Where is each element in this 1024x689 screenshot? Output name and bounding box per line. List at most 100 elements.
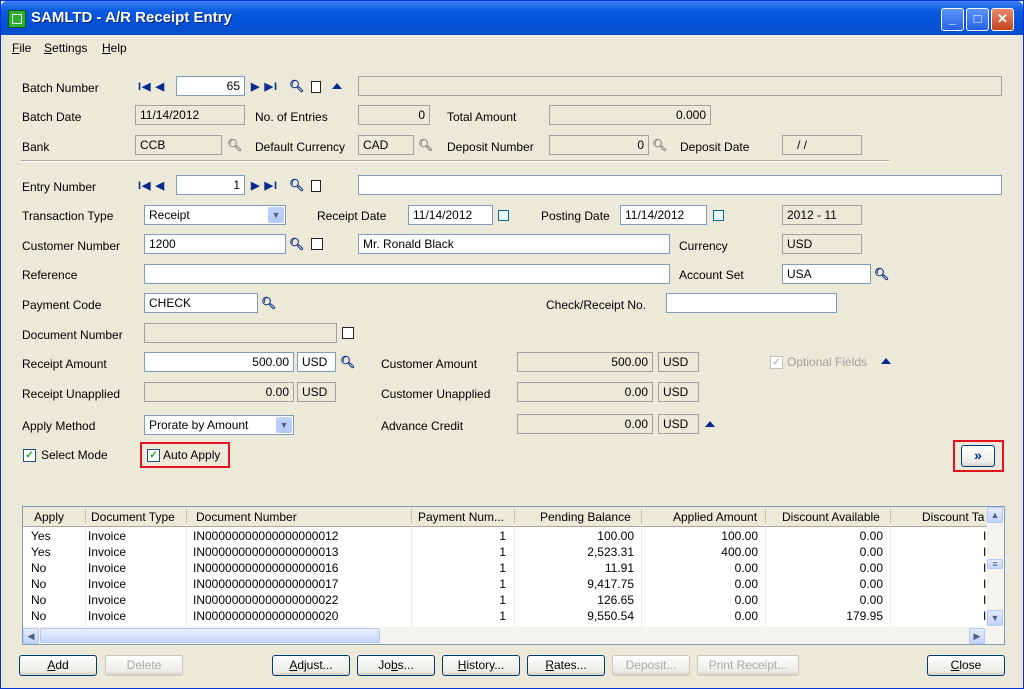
entry-number-field[interactable]: 1 — [176, 175, 245, 195]
menu-file[interactable]: File — [12, 41, 31, 55]
customer-name-field[interactable]: Mr. Ronald Black — [358, 234, 670, 254]
cell-apply[interactable]: No — [31, 609, 46, 623]
batch-new-icon[interactable] — [311, 81, 321, 93]
table-row[interactable]: Yes Invoice IN00000000000000000013 1 2,5… — [23, 544, 986, 560]
receipt-date-calendar-icon[interactable] — [498, 210, 509, 221]
cell-discount-taken[interactable]: I — [983, 593, 986, 607]
grid-vertical-scrollbar[interactable]: ▲ ≡ ▼ — [987, 507, 1004, 626]
col-applied-amount[interactable]: Applied Amount — [673, 510, 757, 524]
cell-applied-amount[interactable]: 0.00 — [673, 577, 758, 591]
apply-method-select[interactable]: Prorate by Amount ▼ — [144, 415, 294, 435]
table-row[interactable]: Yes Invoice IN00000000000000000012 1 100… — [23, 528, 986, 544]
jobs-button[interactable]: Jobs... — [357, 655, 435, 676]
table-row[interactable]: No Invoice IN00000000000000000016 1 11.9… — [23, 560, 986, 576]
col-document-number[interactable]: Document Number — [196, 510, 297, 524]
scroll-up-icon[interactable]: ▲ — [987, 507, 1003, 523]
col-pending-balance[interactable]: Pending Balance — [540, 510, 631, 524]
adjust-button[interactable]: Adjust... — [272, 655, 350, 676]
horizontal-scroll-thumb[interactable] — [40, 628, 380, 643]
cell-applied-amount[interactable]: 100.00 — [673, 529, 758, 543]
batch-number-field[interactable]: 65 — [176, 76, 245, 96]
scroll-left-icon[interactable]: ◀ — [23, 628, 39, 644]
cell-applied-amount[interactable]: 400.00 — [673, 545, 758, 559]
cell-apply[interactable]: No — [31, 577, 46, 591]
col-divider[interactable] — [765, 509, 766, 524]
cell-discount-taken[interactable]: I — [983, 561, 986, 575]
col-divider[interactable] — [85, 509, 86, 524]
document-zoom-icon[interactable] — [342, 327, 354, 339]
payment-code-field[interactable]: CHECK — [144, 293, 258, 313]
documents-grid[interactable]: Apply Document Type Document Number Paym… — [22, 506, 1005, 645]
entry-new-icon[interactable] — [311, 180, 321, 192]
cell-applied-amount[interactable]: 0.00 — [673, 593, 758, 607]
entry-first-prev-icon[interactable]: I◀ ◀ — [138, 179, 165, 192]
posting-date-calendar-icon[interactable] — [713, 210, 724, 221]
cell-discount-taken[interactable]: I — [983, 529, 986, 543]
col-document-type[interactable]: Document Type — [91, 510, 175, 524]
table-row[interactable]: No Invoice IN00000000000000000017 1 9,41… — [23, 576, 986, 592]
payment-code-finder-icon[interactable]: 🔍︎ — [261, 296, 276, 310]
advance-credit-expand-icon[interactable] — [705, 421, 715, 427]
batch-first-prev-icon[interactable]: I◀ ◀ — [138, 80, 165, 93]
maximize-button[interactable]: □ — [966, 8, 989, 31]
col-divider[interactable] — [890, 509, 891, 524]
cell-apply[interactable]: Yes — [31, 545, 51, 559]
forward-button[interactable]: » — [961, 445, 995, 467]
scroll-thumb[interactable]: ≡ — [987, 559, 1003, 569]
col-discount-taken[interactable]: Discount Ta — [922, 510, 984, 524]
transaction-type-select[interactable]: Receipt ▼ — [144, 205, 286, 225]
cell-discount-taken[interactable]: I — [983, 545, 986, 559]
col-divider[interactable] — [186, 509, 187, 524]
delete-button: Delete — [105, 655, 183, 676]
customer-number-field[interactable]: 1200 — [144, 234, 286, 254]
scroll-down-icon[interactable]: ▼ — [987, 610, 1003, 626]
optional-fields-expand-icon[interactable] — [881, 358, 891, 364]
col-payment-num[interactable]: Payment Num... — [418, 510, 504, 524]
grid-horizontal-scrollbar[interactable]: ◀ ▶ — [23, 627, 1004, 644]
scroll-right-icon[interactable]: ▶ — [969, 628, 985, 644]
entry-next-last-icon[interactable]: ▶ ▶I — [251, 179, 278, 192]
cell-discount-taken[interactable]: I — [983, 609, 986, 623]
account-set-field[interactable]: USA — [782, 264, 871, 284]
col-discount-available[interactable]: Discount Available — [782, 510, 880, 524]
col-divider[interactable] — [641, 509, 642, 524]
customer-finder-icon[interactable]: 🔍︎ — [289, 237, 304, 251]
table-row[interactable]: No Invoice IN00000000000000000022 1 126.… — [23, 592, 986, 608]
check-receipt-field[interactable] — [666, 293, 837, 313]
col-divider[interactable] — [411, 509, 412, 524]
auto-apply-checkbox[interactable]: ✓ — [147, 449, 160, 462]
customer-zoom-icon[interactable] — [311, 238, 323, 250]
col-divider[interactable] — [514, 509, 515, 524]
reference-field[interactable] — [144, 264, 670, 284]
batch-collapse-icon[interactable] — [332, 83, 342, 89]
cell-pending-balance: 126.65 — [597, 593, 634, 607]
receipt-date-field[interactable]: 11/14/2012 — [408, 205, 493, 225]
posting-date-field[interactable]: 11/14/2012 — [620, 205, 707, 225]
cell-applied-amount[interactable]: 0.00 — [673, 561, 758, 575]
account-set-finder-icon[interactable]: 🔍︎ — [874, 267, 889, 281]
rates-button[interactable]: Rates... — [527, 655, 605, 676]
add-button[interactable]: Add — [19, 655, 97, 676]
receipt-currency-field[interactable]: USD — [297, 352, 336, 372]
cell-discount-taken[interactable]: I — [983, 577, 986, 591]
cell-applied-amount[interactable]: 0.00 — [673, 609, 758, 623]
cell-apply[interactable]: No — [31, 593, 46, 607]
menu-settings[interactable]: Settings — [44, 41, 87, 55]
close-button[interactable]: Close — [927, 655, 1005, 676]
receipt-amount-field[interactable]: 500.00 — [144, 352, 294, 372]
minimize-button[interactable]: _ — [941, 8, 964, 31]
col-apply[interactable]: Apply — [34, 510, 64, 524]
currency-finder-icon: 🔍︎ — [418, 138, 434, 152]
receipt-currency-finder-icon[interactable]: 🔍︎ — [340, 355, 355, 369]
history-button[interactable]: History... — [442, 655, 520, 676]
select-mode-checkbox[interactable]: ✓ — [23, 449, 36, 462]
entry-description-field[interactable] — [358, 175, 1002, 195]
table-row[interactable]: No Invoice IN00000000000000000020 1 9,55… — [23, 608, 986, 624]
batch-finder-icon[interactable]: 🔍︎ — [289, 79, 304, 93]
cell-apply[interactable]: No — [31, 561, 46, 575]
batch-next-last-icon[interactable]: ▶ ▶I — [251, 80, 278, 93]
entry-finder-icon[interactable]: 🔍︎ — [289, 178, 304, 192]
cell-apply[interactable]: Yes — [31, 529, 51, 543]
close-window-button[interactable]: ✕ — [991, 8, 1014, 31]
menu-help[interactable]: Help — [102, 41, 127, 55]
